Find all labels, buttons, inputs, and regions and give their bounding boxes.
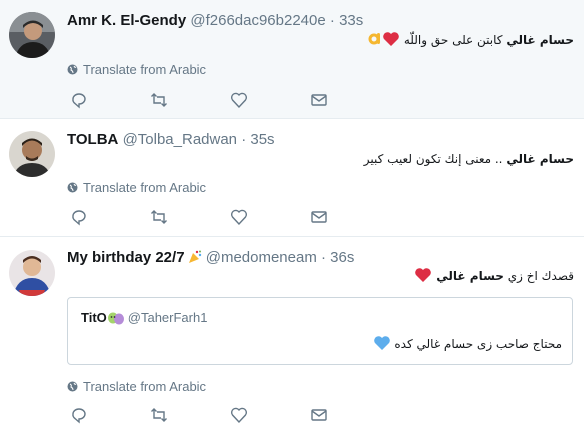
- avatar[interactable]: [9, 12, 55, 58]
- tweet[interactable]: Amr K. El-Gendy @f266dac96b2240e · 33s ح…: [0, 0, 584, 119]
- tweet-header: Amr K. El-Gendy @f266dac96b2240e · 33s: [67, 11, 574, 30]
- tweet-text: حسام غالي .. معنى إنك تكون لعيب كبير: [364, 150, 574, 168]
- bold-text[interactable]: حسام غالي: [506, 152, 574, 166]
- timestamp[interactable]: 36s: [330, 249, 354, 266]
- display-name[interactable]: My birthday 22/7: [67, 249, 185, 266]
- separator: ·: [329, 12, 335, 29]
- translate-label: Translate from Arabic: [83, 379, 207, 394]
- tweet-actions: [67, 208, 337, 226]
- message-icon[interactable]: [310, 91, 328, 109]
- tweet-feed: Amr K. El-Gendy @f266dac96b2240e · 33s ح…: [0, 0, 584, 430]
- quoted-tweet[interactable]: TitO @TaherFarh1 محتاج صاحب زى حسام غالي …: [67, 297, 573, 365]
- message-icon[interactable]: [310, 208, 328, 226]
- retweet-icon[interactable]: [150, 406, 168, 424]
- reply-icon[interactable]: [70, 91, 88, 109]
- bold-text[interactable]: حسام غالي: [506, 33, 574, 47]
- timestamp[interactable]: 35s: [250, 131, 274, 148]
- quoted-display-name[interactable]: TitO: [81, 310, 107, 325]
- quoted-tweet-body: محتاج صاحب زى حسام غالي كده: [390, 337, 562, 351]
- bold-text[interactable]: حسام غالي: [436, 269, 504, 283]
- quoted-tweet-text: محتاج صاحب زى حسام غالي كده: [373, 335, 562, 354]
- tweet-actions: [67, 406, 337, 424]
- avatar[interactable]: [9, 250, 55, 296]
- tweet[interactable]: TOLBA @Tolba_Radwan · 35s حسام غالي .. م…: [0, 119, 584, 237]
- user-handle[interactable]: @medomeneam: [206, 249, 317, 266]
- separator: ·: [321, 249, 326, 266]
- translate-label: Translate from Arabic: [83, 180, 207, 195]
- tweet-text-body: كابتن على حق واللّه: [400, 33, 507, 47]
- like-icon[interactable]: [230, 208, 248, 226]
- tweet-text-body: قصدك اخ زي: [503, 269, 574, 283]
- display-name[interactable]: TOLBA: [67, 131, 118, 148]
- avatar[interactable]: [9, 131, 55, 177]
- like-icon[interactable]: [230, 91, 248, 109]
- user-handle[interactable]: @f266dac96b2240e: [190, 12, 325, 29]
- quoted-user-handle[interactable]: @TaherFarh1: [128, 310, 208, 325]
- tweet-text: حسام غالي كابتن على حق واللّه: [368, 31, 574, 52]
- red-heart-icon: [414, 267, 432, 288]
- globe-icon: [67, 63, 78, 75]
- quoted-tweet-header: TitO @TaherFarh1: [81, 310, 207, 328]
- ok-hand-icon: [368, 31, 382, 52]
- blue-heart-icon: [373, 335, 391, 354]
- reply-icon[interactable]: [70, 406, 88, 424]
- display-name[interactable]: Amr K. El-Gendy: [67, 12, 186, 29]
- red-heart-icon: [382, 31, 400, 52]
- separator: ·: [241, 131, 247, 148]
- tweet[interactable]: My birthday 22/7 @medomeneam · 36s قصدك …: [0, 237, 584, 430]
- retweet-icon[interactable]: [150, 208, 168, 226]
- tweet-header: My birthday 22/7 @medomeneam · 36s: [67, 248, 574, 267]
- message-icon[interactable]: [310, 406, 328, 424]
- timestamp[interactable]: 33s: [339, 12, 363, 29]
- masks-icon: [107, 312, 125, 328]
- translate-link[interactable]: Translate from Arabic: [67, 62, 206, 77]
- retweet-icon[interactable]: [150, 91, 168, 109]
- translate-label: Translate from Arabic: [83, 62, 207, 77]
- globe-icon: [67, 181, 78, 193]
- reply-icon[interactable]: [70, 208, 88, 226]
- globe-icon: [67, 380, 78, 392]
- like-icon[interactable]: [230, 406, 248, 424]
- translate-link[interactable]: Translate from Arabic: [67, 379, 206, 394]
- tweet-text-body: .. معنى إنك تكون لعيب كبير: [363, 152, 507, 166]
- party-popper-icon: [188, 250, 202, 264]
- tweet-actions: [67, 91, 337, 109]
- tweet-text: قصدك اخ زي حسام غالي: [414, 267, 574, 288]
- translate-link[interactable]: Translate from Arabic: [67, 180, 206, 195]
- user-handle[interactable]: @Tolba_Radwan: [123, 131, 237, 148]
- tweet-header: TOLBA @Tolba_Radwan · 35s: [67, 130, 574, 149]
